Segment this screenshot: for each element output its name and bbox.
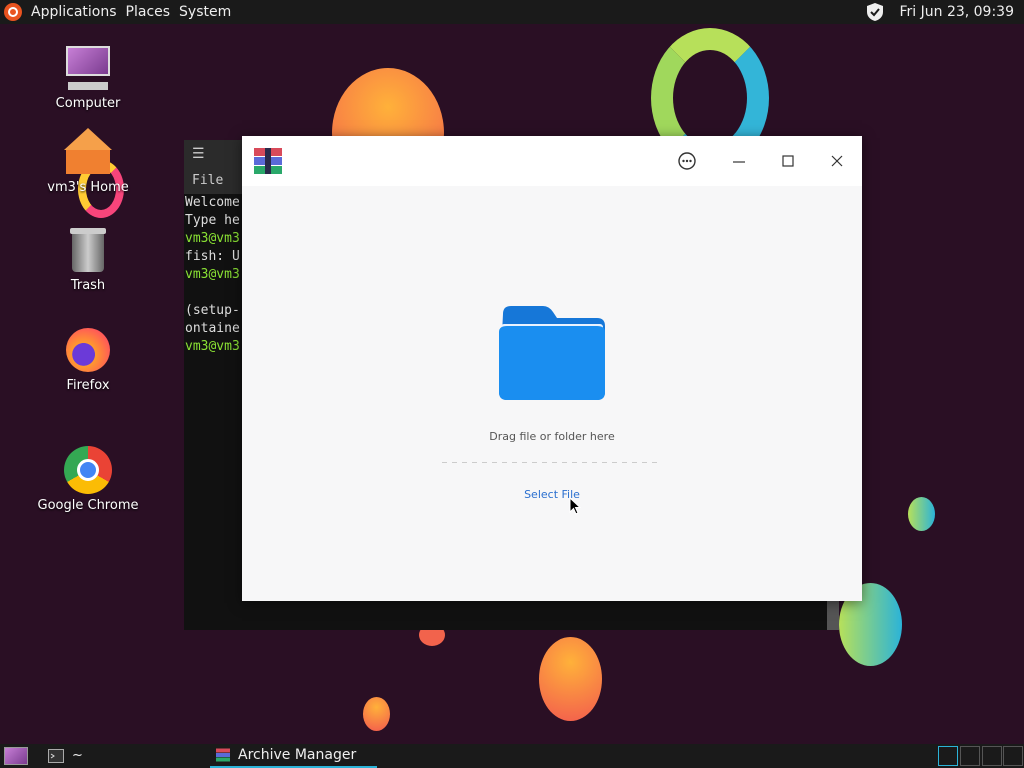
terminal-icon (48, 749, 64, 763)
close-button[interactable] (824, 148, 850, 174)
bottom-panel: ~ Archive Manager (0, 744, 1024, 768)
desktop-icon-firefox[interactable]: Firefox (33, 326, 143, 393)
maximize-button[interactable] (775, 148, 801, 174)
desktop-icon-label: Firefox (66, 378, 110, 393)
archive-app-logo-icon (216, 748, 230, 762)
desktop-icon-label: vm3's Home (47, 180, 129, 195)
computer-icon (64, 44, 112, 92)
workspace-2[interactable] (960, 746, 980, 766)
drop-hint: Drag file or folder here (489, 430, 615, 443)
terminal-text: Type he (185, 213, 240, 228)
archive-app-logo-icon (254, 148, 282, 174)
firefox-icon (64, 326, 112, 374)
menu-system[interactable]: System (179, 0, 231, 24)
top-panel: Applications Places System Fri Jun 23, 0… (0, 0, 1024, 24)
clock[interactable]: Fri Jun 23, 09:39 (899, 0, 1014, 24)
home-folder-icon (64, 128, 112, 176)
minimize-button[interactable] (726, 148, 752, 174)
desktop-icon-label: Google Chrome (37, 498, 139, 513)
decor-blob (908, 497, 935, 531)
mouse-cursor-icon (569, 497, 581, 515)
maximize-icon (782, 155, 794, 167)
more-options-button[interactable] (674, 148, 700, 174)
task-archive-manager[interactable]: Archive Manager (210, 744, 377, 768)
chrome-icon (64, 446, 112, 494)
task-label: ~ (72, 748, 83, 763)
decor-blob (539, 637, 602, 721)
desktop-icon-computer[interactable]: Computer (33, 44, 143, 111)
show-desktop-button[interactable] (4, 747, 28, 765)
desktop-icon-label: Computer (55, 96, 121, 111)
trash-icon (64, 226, 112, 274)
desktop-icon-trash[interactable]: Trash (33, 226, 143, 293)
task-label: Archive Manager (238, 747, 357, 763)
archive-manager-window: Drag file or folder here Select File (242, 136, 862, 601)
top-menu: Applications Places System (0, 0, 240, 24)
workspace-3[interactable] (982, 746, 1002, 766)
divider (442, 462, 662, 463)
task-terminal[interactable]: ~ (48, 744, 83, 768)
ubuntu-logo-icon[interactable] (4, 3, 22, 21)
workspace-1[interactable] (938, 746, 958, 766)
workspace-4[interactable] (1003, 746, 1023, 766)
menu-places[interactable]: Places (126, 0, 171, 24)
select-file-link[interactable]: Select File (242, 488, 862, 501)
hamburger-menu-icon[interactable]: ☰ (192, 146, 205, 162)
folder-icon[interactable] (497, 304, 607, 402)
shield-icon[interactable] (867, 3, 884, 21)
minimize-icon (733, 161, 745, 163)
desktop-icon-label: Trash (70, 278, 106, 293)
archive-titlebar[interactable] (242, 136, 862, 186)
desktop-icon-chrome[interactable]: Google Chrome (33, 446, 143, 513)
desktop-icon-home[interactable]: vm3's Home (33, 128, 143, 195)
decor-blob (363, 697, 390, 731)
menu-applications[interactable]: Applications (31, 0, 117, 24)
close-icon (831, 155, 843, 167)
terminal-scrollbar[interactable] (827, 600, 839, 630)
top-panel-right: Fri Jun 23, 09:39 (867, 0, 1014, 24)
terminal-menu-file[interactable]: File (192, 173, 223, 188)
more-options-icon (678, 152, 696, 170)
